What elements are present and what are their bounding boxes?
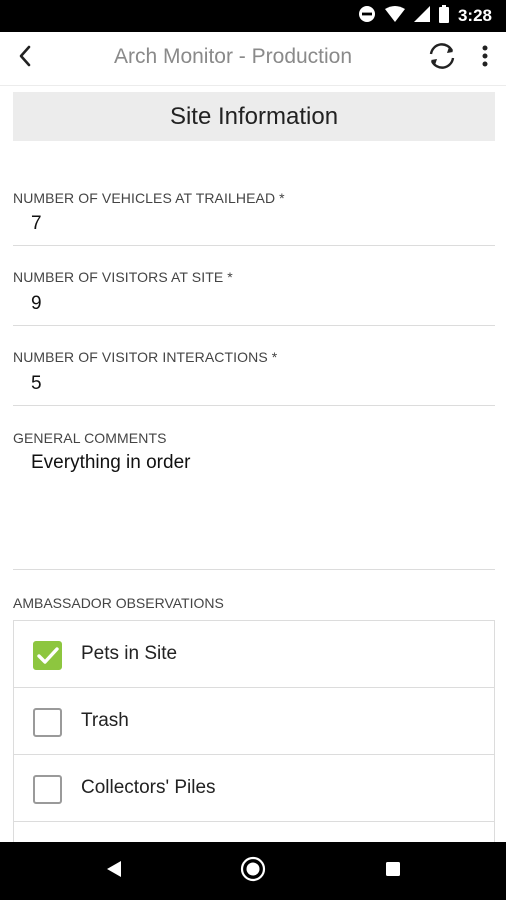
visitors-field[interactable]: NUMBER OF VISITORS AT SITE * 9: [13, 259, 495, 326]
interactions-field[interactable]: NUMBER OF VISITOR INTERACTIONS * 5: [13, 340, 495, 406]
more-options-button[interactable]: [472, 42, 498, 74]
interactions-label: NUMBER OF VISITOR INTERACTIONS *: [13, 349, 278, 365]
observation-item-pets[interactable]: Pets in Site: [14, 621, 494, 688]
observations-label: AMBASSADOR OBSERVATIONS: [13, 595, 224, 611]
home-circle-icon: [240, 856, 266, 887]
do-not-disturb-icon: [358, 5, 376, 28]
back-button[interactable]: [10, 43, 40, 73]
nav-recents-button[interactable]: [378, 856, 408, 886]
sync-icon: [427, 41, 457, 76]
nav-home-button[interactable]: [238, 856, 268, 886]
observation-item-collectors-piles[interactable]: Collectors' Piles: [14, 755, 494, 822]
observation-item-trash[interactable]: Trash: [14, 688, 494, 755]
section-header: Site Information: [13, 92, 495, 141]
collectors-piles-checkbox[interactable]: [33, 775, 62, 804]
sync-button[interactable]: [426, 42, 458, 74]
vehicles-value[interactable]: 7: [31, 213, 42, 235]
observation-label: Pets in Site: [81, 643, 178, 664]
vehicles-label: NUMBER OF VEHICLES AT TRAILHEAD *: [13, 190, 285, 206]
visitors-label: NUMBER OF VISITORS AT SITE *: [13, 269, 233, 285]
pets-checkbox[interactable]: [33, 641, 62, 670]
battery-icon: [438, 4, 449, 28]
status-icons: 3:28: [358, 4, 492, 28]
chevron-left-icon: [18, 45, 32, 72]
observations-list: Pets in Site Trash Collectors' Piles: [13, 620, 495, 850]
app-title: Arch Monitor - Production: [113, 45, 353, 68]
observation-label: Trash: [81, 710, 129, 731]
comments-field[interactable]: GENERAL COMMENTS Everything in order: [13, 420, 495, 570]
trash-checkbox[interactable]: [33, 708, 62, 737]
status-time: 3:28: [457, 6, 492, 25]
wifi-icon: [384, 5, 405, 27]
cell-signal-icon: [413, 5, 430, 27]
more-vert-icon: [482, 45, 488, 72]
visitors-value[interactable]: 9: [31, 293, 42, 315]
nav-back-button[interactable]: [99, 856, 129, 886]
system-nav-bar: [0, 842, 506, 900]
app-bar: Arch Monitor - Production: [0, 32, 506, 86]
recents-square-icon: [385, 861, 401, 882]
interactions-value[interactable]: 5: [31, 373, 42, 395]
back-triangle-icon: [106, 860, 122, 883]
status-bar: 3:28: [0, 0, 506, 32]
observation-label: Collectors' Piles: [81, 777, 216, 798]
comments-label: GENERAL COMMENTS: [13, 430, 167, 446]
comments-value[interactable]: Everything in order: [31, 452, 190, 474]
vehicles-field[interactable]: NUMBER OF VEHICLES AT TRAILHEAD * 7: [13, 180, 495, 246]
